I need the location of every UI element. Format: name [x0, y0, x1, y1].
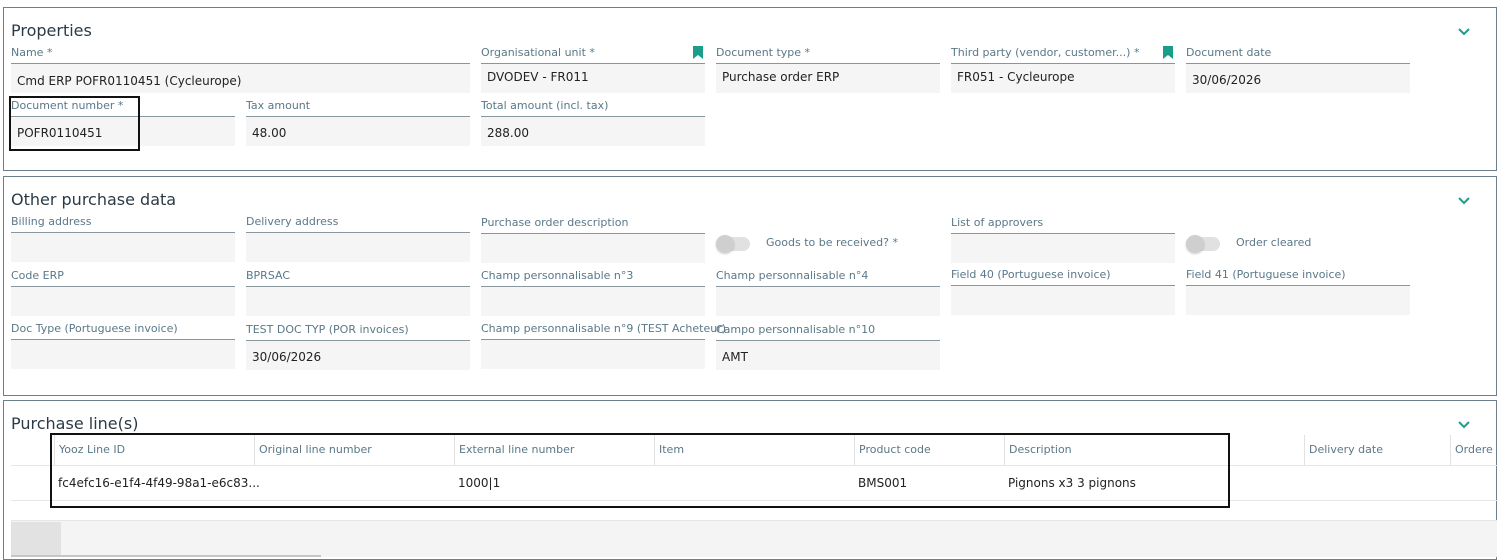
total-amount-value: 288.00	[487, 126, 529, 140]
bookmark-icon[interactable]	[693, 46, 703, 59]
test-doc-typ-label: TEST DOC TYP (POR invoices)	[246, 323, 409, 336]
champ3-label: Champ personnalisable n°3	[481, 269, 634, 282]
chevron-down-icon[interactable]	[1456, 192, 1472, 208]
col-product-code[interactable]: Product code	[854, 435, 1004, 465]
cell-description: Pignons x3 3 pignons	[1008, 476, 1136, 490]
horizontal-scrollbar[interactable]	[11, 520, 1497, 557]
bookmark-icon[interactable]	[1163, 46, 1173, 59]
doc-date-value: 30/06/2026	[1192, 73, 1262, 87]
total-amount-label: Total amount (incl. tax)	[481, 99, 609, 112]
scrollbar-thumb[interactable]	[11, 522, 61, 556]
org-unit-label: Organisational unit *	[481, 46, 595, 59]
field40-label: Field 40 (Portuguese invoice)	[951, 268, 1111, 281]
chevron-down-icon[interactable]	[1456, 23, 1472, 39]
chevron-down-icon[interactable]	[1456, 416, 1472, 432]
doc-number-label: Document number *	[11, 99, 124, 112]
cell-product-code: BMS001	[858, 476, 908, 490]
test-doc-typ-value: 30/06/2026	[252, 350, 322, 364]
other-purchase-data-panel: Other purchase data Billing address Deli…	[3, 176, 1497, 396]
field41-label: Field 41 (Portuguese invoice)	[1186, 268, 1346, 281]
doc-type-value: Purchase order ERP	[722, 70, 840, 84]
purchase-lines-panel: Purchase line(s) Yooz Line ID Original l…	[3, 400, 1497, 560]
table-row[interactable]: fc4efc16-e1f4-4f49-98a1-e6c83... 1000|1 …	[11, 466, 1497, 501]
campo10-value: AMT	[722, 350, 748, 364]
order-cleared-switch[interactable]	[1186, 235, 1220, 253]
champ4-label: Champ personnalisable n°4	[716, 269, 869, 282]
campo10-label: Campo personnalisable n°10	[716, 323, 876, 336]
col-ordered[interactable]: Ordere	[1450, 435, 1497, 465]
champ9-label: Champ personnalisable n°9 (TEST Acheteur…	[481, 322, 727, 335]
grid-header: Yooz Line ID Original line number Extern…	[11, 435, 1497, 466]
order-cleared-toggle[interactable]: Order cleared	[1186, 234, 1410, 254]
col-external-line-number[interactable]: External line number	[454, 435, 654, 465]
cell-original-line-number	[254, 466, 454, 500]
code-erp-label: Code ERP	[11, 269, 64, 282]
doc-type-pt-label: Doc Type (Portuguese invoice)	[11, 322, 178, 335]
name-value: Cmd ERP POFR0110451 (Cycleurope)	[17, 74, 242, 88]
doc-number-value: POFR0110451	[17, 126, 103, 140]
name-label: Name *	[11, 46, 53, 59]
doc-date-label: Document date	[1186, 46, 1272, 59]
purchase-lines-title: Purchase line(s)	[11, 414, 139, 433]
third-party-value: FR051 - Cycleurope	[957, 70, 1075, 84]
approvers-label: List of approvers	[951, 216, 1044, 229]
cell-ordered	[1450, 466, 1497, 500]
cell-delivery-date	[1304, 466, 1450, 500]
bprsac-label: BPRSAC	[246, 269, 291, 282]
other-purchase-title: Other purchase data	[11, 190, 177, 209]
cell-external-line-number: 1000|1	[458, 476, 501, 490]
doc-type-label: Document type *	[716, 46, 811, 59]
goods-toggle-switch[interactable]	[716, 235, 750, 253]
col-yooz-line-id[interactable]: Yooz Line ID	[54, 435, 254, 465]
tax-amount-label: Tax amount	[246, 99, 311, 112]
order-cleared-label: Order cleared	[1236, 236, 1312, 249]
org-unit-value: DVODEV - FR011	[487, 70, 589, 84]
cell-yooz-line-id: fc4efc16-e1f4-4f49-98a1-e6c83...	[58, 476, 260, 490]
properties-panel: Properties Name * Cmd ERP POFR0110451 (C…	[3, 7, 1497, 171]
delivery-address-label: Delivery address	[246, 215, 339, 228]
col-delivery-date[interactable]: Delivery date	[1304, 435, 1450, 465]
goods-toggle-label: Goods to be received? *	[766, 236, 898, 249]
col-item[interactable]: Item	[654, 435, 854, 465]
goods-to-be-received-toggle[interactable]: Goods to be received? *	[716, 234, 940, 254]
billing-address-label: Billing address	[11, 215, 92, 228]
po-description-label: Purchase order description	[481, 216, 629, 229]
tax-amount-value: 48.00	[252, 126, 287, 140]
third-party-label: Third party (vendor, customer...) *	[951, 46, 1140, 59]
properties-title: Properties	[11, 21, 92, 40]
col-description[interactable]: Description	[1004, 435, 1304, 465]
col-original-line-number[interactable]: Original line number	[254, 435, 454, 465]
cell-item	[654, 466, 854, 500]
